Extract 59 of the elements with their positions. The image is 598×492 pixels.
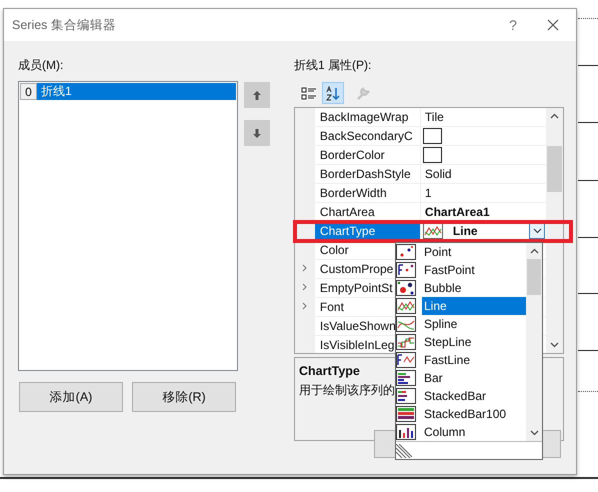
action-button[interactable]: 移除(R): [132, 382, 236, 412]
chevron-down-icon: [532, 228, 542, 234]
chart-type-option[interactable]: FastLine: [422, 351, 526, 369]
scrollbar[interactable]: [546, 108, 563, 353]
close-icon: [547, 19, 559, 31]
member-item[interactable]: 折线1: [37, 83, 236, 100]
scroll-down-icon[interactable]: [530, 430, 538, 436]
members-list[interactable]: 0 折线1: [18, 81, 238, 371]
expand-icon[interactable]: [302, 283, 308, 292]
down-arrow-icon: [252, 128, 262, 138]
property-name[interactable]: BorderWidth: [314, 184, 421, 203]
line-chart-icon: [422, 223, 443, 239]
chart-type-option[interactable]: Point: [422, 243, 526, 261]
property-value[interactable]: Line: [452, 222, 530, 240]
up-arrow-icon: [252, 90, 262, 100]
item-index: 0: [20, 83, 37, 100]
window-title: Series 集合编辑器: [12, 16, 116, 34]
property-name[interactable]: BorderColor: [314, 146, 421, 165]
chart-type-option[interactable]: Line: [422, 297, 526, 315]
description-text: 用于绘制该序列的: [299, 382, 395, 399]
color-swatch[interactable]: [422, 147, 442, 163]
action-button[interactable]: 添加(A): [19, 382, 123, 412]
description-title: ChartType: [299, 363, 360, 380]
property-value[interactable]: Solid: [422, 165, 452, 183]
property-value[interactable]: ChartArea1: [422, 203, 490, 221]
property-name[interactable]: ChartArea: [314, 203, 421, 222]
property-value[interactable]: 1: [422, 184, 432, 202]
chart-type-option[interactable]: FastPoint: [422, 261, 526, 279]
color-swatch[interactable]: [422, 128, 442, 144]
expand-icon[interactable]: [302, 264, 308, 272]
resize-grip-icon[interactable]: [396, 444, 412, 458]
toolbar-button[interactable]: [322, 82, 344, 104]
move-down-button[interactable]: [244, 120, 270, 146]
property-name[interactable]: BackSecondaryC: [314, 127, 421, 146]
scroll-thumb[interactable]: [527, 259, 541, 295]
property-name[interactable]: BorderDashStyle: [314, 165, 421, 184]
chart-type-option[interactable]: Bar: [422, 369, 526, 387]
dropdown-button[interactable]: [529, 223, 546, 239]
chart-type-option[interactable]: Column: [422, 423, 526, 441]
chart-type-option[interactable]: Spline: [422, 315, 526, 333]
scroll-up-icon[interactable]: [550, 113, 560, 119]
help-button[interactable]: ?: [498, 13, 528, 37]
members-label: 成员(M):: [18, 57, 64, 73]
property-name[interactable]: BackImageWrap: [314, 108, 421, 127]
scroll-up-icon[interactable]: [530, 248, 538, 254]
chart-type-option[interactable]: Bubble: [422, 279, 526, 297]
sort-icon: [325, 86, 341, 100]
chart-type-option[interactable]: StepLine: [422, 333, 526, 351]
expand-icon[interactable]: [302, 302, 308, 310]
wrench-icon: [355, 86, 371, 100]
scroll-thumb[interactable]: [547, 146, 562, 192]
move-up-button[interactable]: [244, 82, 270, 108]
scrollbar[interactable]: [526, 243, 542, 441]
chart-type-option[interactable]: StackedBar: [422, 387, 526, 405]
properties-label: 折线1 属性(P):: [294, 57, 372, 73]
property-value[interactable]: Tile: [422, 108, 444, 126]
categorized-icon: [301, 86, 317, 100]
scroll-down-icon[interactable]: [550, 342, 560, 348]
chart-type-option[interactable]: StackedBar100: [422, 405, 526, 423]
